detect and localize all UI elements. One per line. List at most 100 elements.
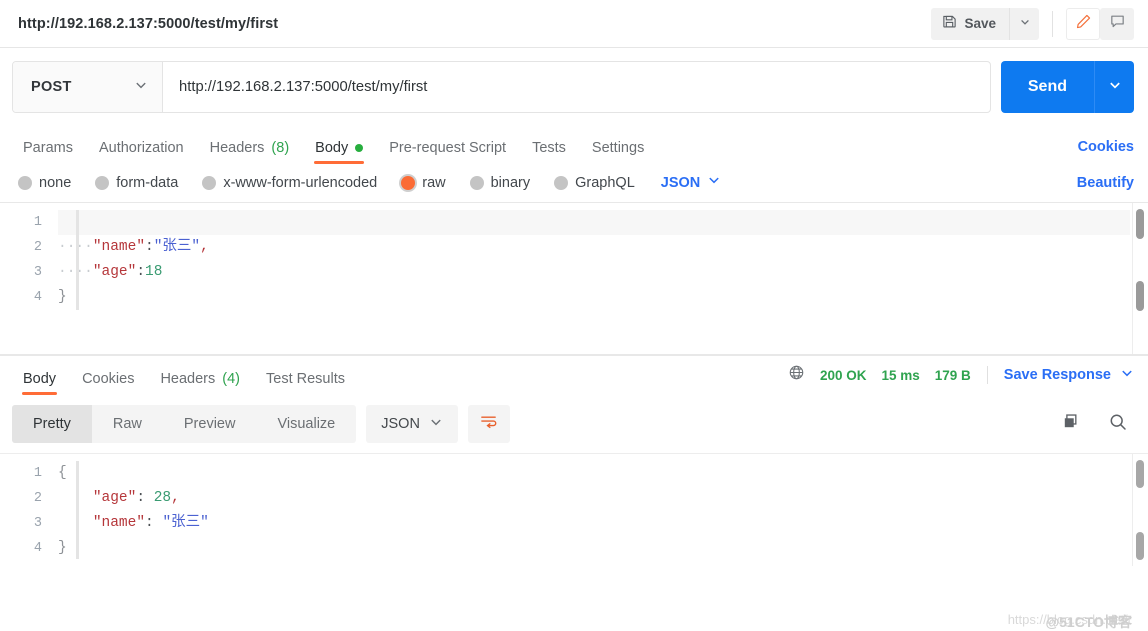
line-number: 4 <box>33 290 42 305</box>
floppy-disk-icon <box>942 14 957 34</box>
search-icon <box>1108 412 1128 437</box>
tab-headers-label: Headers <box>209 139 265 156</box>
response-tab-cookies[interactable]: Cookies <box>69 371 147 396</box>
save-response-button[interactable]: Save Response <box>1004 367 1111 383</box>
json-value: "张三" <box>162 515 209 531</box>
chevron-down-icon <box>134 78 148 97</box>
watermark: https://blog.csdn.net/r @51CTO博客 <box>1008 612 1132 630</box>
body-type-graphql[interactable]: GraphQL <box>554 175 635 191</box>
code-line: 3 "name": "张三" <box>0 511 1148 536</box>
code-content: } <box>58 289 67 305</box>
view-mode-raw[interactable]: Raw <box>92 405 163 443</box>
tab-settings[interactable]: Settings <box>579 140 657 165</box>
json-comma: , <box>171 490 180 506</box>
tab-params[interactable]: Params <box>10 140 86 165</box>
tab-body[interactable]: Body <box>302 140 376 165</box>
tab-pre-request-script-label: Pre-request Script <box>389 139 507 156</box>
tab-headers[interactable]: Headers (8) <box>197 139 303 165</box>
response-tab-headers[interactable]: Headers (4) <box>147 370 253 396</box>
http-method-select[interactable]: POST <box>13 62 163 112</box>
request-tabs: Params Authorization Headers (8) Body Pr… <box>0 126 1148 164</box>
radio-icon <box>469 175 484 190</box>
body-type-urlencoded[interactable]: x-www-form-urlencoded <box>202 175 377 191</box>
raw-format-select[interactable]: JSON <box>661 173 722 192</box>
json-value: 18 <box>145 264 163 280</box>
radio-icon <box>202 175 217 190</box>
radio-icon <box>18 175 32 190</box>
cookies-link[interactable]: Cookies <box>1078 139 1134 164</box>
line-number: 1 <box>33 215 42 230</box>
request-url-input[interactable] <box>163 62 990 112</box>
edit-request-button[interactable] <box>1066 7 1100 40</box>
url-field-group: POST <box>12 61 991 113</box>
body-modified-dot-icon <box>355 143 364 152</box>
word-wrap-button[interactable] <box>467 405 510 443</box>
code-fold-guide <box>76 210 79 310</box>
body-type-none-label: none <box>39 174 72 191</box>
send-button-group: Send <box>1000 61 1134 113</box>
tab-authorization[interactable]: Authorization <box>86 140 197 165</box>
radio-icon <box>554 175 569 190</box>
line-number: 3 <box>33 516 42 531</box>
body-type-none[interactable]: none <box>18 175 71 191</box>
copy-response-button[interactable] <box>1054 408 1086 440</box>
body-type-form-data[interactable]: form-data <box>95 175 178 191</box>
chevron-down-icon <box>1108 78 1122 97</box>
search-response-button[interactable] <box>1102 408 1134 440</box>
response-time: 15 ms <box>881 367 920 383</box>
request-body-editor[interactable]: 1 { 2 ····"name":"张三", 3 ····"age":18 4 … <box>0 202 1148 355</box>
tab-tests[interactable]: Tests <box>519 139 579 165</box>
body-type-raw-label: raw <box>422 174 446 191</box>
request-editor-scrollbar-thumb[interactable] <box>1136 281 1144 311</box>
save-button[interactable]: Save <box>931 7 1009 40</box>
body-type-raw[interactable]: raw <box>401 174 446 191</box>
radio-icon <box>95 175 110 190</box>
response-tab-headers-label: Headers <box>160 370 216 387</box>
response-size: 179 B <box>934 367 971 383</box>
response-header: Body Cookies Headers (4) Test Results 20… <box>0 355 1148 395</box>
request-url-row: POST Send <box>0 48 1148 126</box>
view-mode-pretty[interactable]: Pretty <box>12 405 92 443</box>
request-code-area[interactable]: 1 { 2 ····"name":"张三", 3 ····"age":18 4 … <box>0 203 1148 354</box>
chevron-down-icon <box>429 415 443 434</box>
send-button[interactable]: Send <box>1000 61 1094 113</box>
response-tab-body[interactable]: Body <box>10 371 69 396</box>
response-code-area[interactable]: 1 { 2 "age": 28, 3 "name": "张三" 4 } <box>0 454 1148 566</box>
send-dropdown-button[interactable] <box>1094 61 1134 113</box>
save-dropdown-button[interactable] <box>1009 7 1039 40</box>
line-number: 4 <box>33 541 42 556</box>
chevron-down-icon <box>1019 15 1031 33</box>
response-status: 200 OK <box>819 367 867 383</box>
code-content: { <box>58 465 67 481</box>
chevron-down-icon <box>707 173 721 192</box>
response-editor-scrollbar-top[interactable] <box>1136 460 1144 488</box>
response-format-select[interactable]: JSON <box>366 405 458 443</box>
tab-tests-label: Tests <box>532 139 566 156</box>
comments-button[interactable] <box>1100 7 1134 40</box>
response-body-editor[interactable]: 1 { 2 "age": 28, 3 "name": "张三" 4 } <box>0 453 1148 566</box>
response-tab-headers-count: (4) <box>222 370 240 387</box>
view-mode-visualize[interactable]: Visualize <box>256 405 356 443</box>
response-editor-scrollbar-thumb[interactable] <box>1136 532 1144 560</box>
pencil-icon <box>1075 13 1092 35</box>
response-format-label: JSON <box>381 416 420 432</box>
beautify-link[interactable]: Beautify <box>1077 175 1134 191</box>
watermark-brand: @51CTO博客 <box>1045 614 1132 630</box>
tab-pre-request-script[interactable]: Pre-request Script <box>376 139 519 165</box>
postman-window: http://192.168.2.137:5000/test/my/first … <box>0 0 1148 631</box>
request-editor-scrollbar-top[interactable] <box>1136 209 1144 239</box>
json-colon: : <box>136 490 154 506</box>
response-tab-test-results[interactable]: Test Results <box>253 370 358 396</box>
json-key: "name" <box>92 239 146 255</box>
response-tab-test-results-label: Test Results <box>266 370 345 387</box>
code-content: } <box>58 540 67 556</box>
json-colon: : <box>136 264 146 280</box>
line-number: 1 <box>33 466 42 481</box>
view-mode-preview[interactable]: Preview <box>163 405 257 443</box>
body-type-binary[interactable]: binary <box>469 175 530 191</box>
chevron-down-icon[interactable] <box>1120 366 1134 385</box>
code-line: 3 ····"age":18 <box>0 260 1148 285</box>
response-meta: 200 OK 15 ms 179 B Save Response <box>788 364 1134 395</box>
code-content: "name": "张三" <box>58 511 209 536</box>
code-fold-guide <box>76 461 79 559</box>
